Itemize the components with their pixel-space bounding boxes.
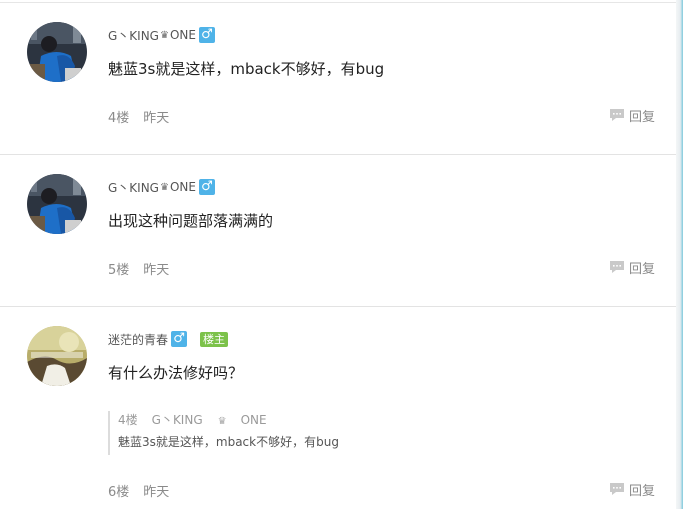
comment-username-row: G丶KING ♛ ONE ♂ (108, 178, 215, 196)
comment-item: 迷茫的青春 ♂ 楼主 有什么办法修好吗？ 4楼 G丶KING ♛ ONE 魅蓝3s就是… (0, 304, 676, 509)
reply-label: 回复 (629, 483, 656, 499)
comment-content: 有什么办法修好吗？ (108, 364, 244, 382)
comment-meta: 6楼 昨天 (108, 481, 183, 500)
crown-icon: ♛ (159, 29, 169, 41)
floor-number: 5楼 (108, 263, 130, 278)
comment-content: 出现这种问题部落满满的 (108, 212, 274, 230)
comment-time: 昨天 (143, 111, 170, 126)
reply-label: 回复 (629, 109, 656, 125)
male-icon: ♂ (171, 331, 188, 347)
avatar[interactable] (27, 22, 87, 82)
comment-meta: 5楼 昨天 (108, 259, 183, 278)
reply-button[interactable]: 回复 (609, 259, 656, 277)
comment-username-row: 迷茫的青春 ♂ 楼主 (108, 330, 229, 348)
floor-number: 4楼 (108, 111, 130, 126)
username-suffix[interactable]: ONE (170, 28, 196, 42)
quote-header: 4楼 G丶KING ♛ ONE (118, 411, 295, 428)
speech-bubble-icon (610, 483, 624, 495)
comment-time: 昨天 (143, 263, 170, 278)
comment-item: G丶KING ♛ ONE ♂ 魅蓝3s就是这样，mback不够好，有bug 4楼… (0, 0, 676, 155)
username[interactable]: G丶KING (108, 27, 159, 44)
reply-button[interactable]: 回复 (609, 107, 656, 125)
male-icon: ♂ (198, 179, 215, 195)
quote-text: 魅蓝3s就是这样，mback不够好，有bug (118, 435, 339, 449)
scroll-edge (676, 0, 683, 509)
comment-username-row: G丶KING ♛ ONE ♂ (108, 26, 215, 44)
speech-bubble-icon (610, 109, 624, 121)
comment-list: G丶KING ♛ ONE ♂ 魅蓝3s就是这样，mback不够好，有bug 4楼… (0, 0, 683, 509)
username[interactable]: G丶KING (108, 179, 159, 196)
reply-button[interactable]: 回复 (609, 481, 656, 499)
avatar[interactable] (27, 174, 87, 234)
username-suffix[interactable]: ONE (170, 180, 196, 194)
male-icon: ♂ (198, 27, 215, 43)
quote-floor: 4楼 (118, 413, 138, 427)
username[interactable]: 迷茫的青春 (108, 331, 168, 348)
reply-label: 回复 (629, 261, 656, 277)
speech-bubble-icon (610, 261, 624, 273)
quoted-reply[interactable]: 4楼 G丶KING ♛ ONE 魅蓝3s就是这样，mback不够好，有bug (108, 411, 630, 455)
crown-icon: ♛ (159, 181, 169, 193)
comment-item: G丶KING ♛ ONE ♂ 出现这种问题部落满满的 5楼 昨天 回复 (0, 152, 676, 307)
quote-username: G丶KING ♛ ONE (151, 413, 267, 427)
comment-content: 魅蓝3s就是这样，mback不够好，有bug (108, 60, 385, 78)
comment-time: 昨天 (143, 485, 170, 500)
thread-host-badge: 楼主 (200, 331, 229, 347)
comment-meta: 4楼 昨天 (108, 107, 183, 126)
avatar[interactable] (27, 326, 87, 386)
crown-icon: ♛ (217, 416, 227, 427)
floor-number: 6楼 (108, 485, 130, 500)
